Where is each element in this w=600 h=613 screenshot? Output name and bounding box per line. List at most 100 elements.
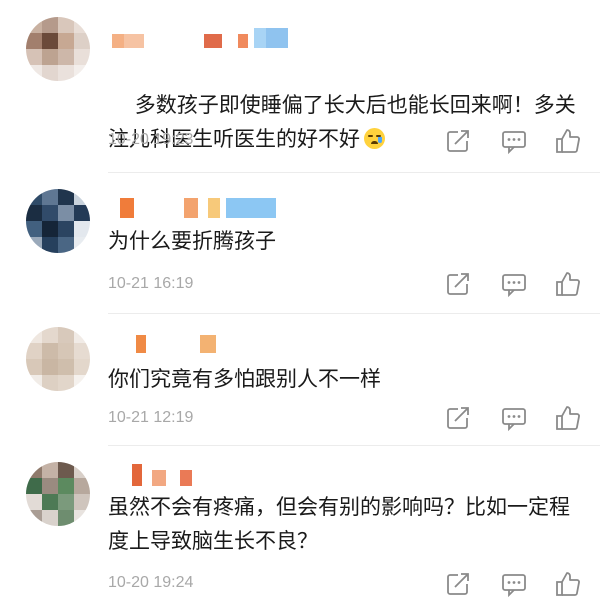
avatar-pixel [26, 189, 42, 205]
avatar-pixel [74, 49, 90, 65]
username-pixel [184, 198, 198, 218]
avatar-pixel [42, 343, 58, 359]
avatar-pixel [58, 237, 74, 253]
avatar-pixel [58, 33, 74, 49]
comment-time: 10-20 19:24 [108, 574, 194, 591]
avatar-pixel [42, 462, 58, 478]
comment-text: 你们究竟有多怕跟别人不一样 [108, 367, 381, 391]
avatar-pixel [26, 359, 42, 375]
avatar-pixel [58, 49, 74, 65]
avatar-pixel [42, 359, 58, 375]
avatar-pixel [26, 205, 42, 221]
avatar-pixel [42, 189, 58, 205]
avatar-pixel [42, 221, 58, 237]
comment-icon[interactable] [500, 127, 528, 155]
repost-icon[interactable] [444, 270, 472, 298]
avatar-pixel [74, 17, 90, 33]
repost-icon[interactable] [444, 570, 472, 598]
comment-text: 多数孩子即使睡偏了长大后也能长回来啊！多关注儿科医生听医生的好不好 [108, 93, 576, 151]
comment-item: 你们究竟有多怕跟别人不一样 10-21 12:19 [0, 313, 600, 446]
avatar-pixel [26, 343, 42, 359]
like-icon[interactable] [554, 404, 582, 432]
avatar-pixel [42, 17, 58, 33]
comment-actions [444, 270, 584, 298]
avatar-pixel [58, 343, 74, 359]
avatar-pixel [42, 33, 58, 49]
avatar[interactable] [26, 189, 90, 253]
username-pixel [208, 198, 220, 218]
username-pixel [266, 28, 288, 48]
avatar-pixel [58, 478, 74, 494]
like-icon[interactable] [554, 270, 582, 298]
avatar-pixel [58, 65, 74, 81]
avatar[interactable] [26, 327, 90, 391]
comment-actions [444, 127, 584, 155]
avatar-pixel [26, 375, 42, 391]
avatar-pixel [26, 33, 42, 49]
comment-item: 虽然不会有疼痛，但会有别的影响吗？比如一定程度上导致脑生长不良？ 10-20 1… [0, 446, 600, 613]
comment-time: 10-21 12:19 [108, 409, 194, 426]
avatar-pixel [42, 478, 58, 494]
sad-sweat-emoji [364, 128, 385, 149]
comment-text: 虽然不会有疼痛，但会有别的影响吗？比如一定程度上导致脑生长不良？ [108, 495, 570, 553]
avatar-pixel [58, 189, 74, 205]
like-icon[interactable] [554, 570, 582, 598]
username-pixel [152, 470, 166, 486]
comment-icon[interactable] [500, 404, 528, 432]
username-pixel [200, 335, 216, 353]
avatar-pixel [26, 49, 42, 65]
comment-time: 10-21 16:19 [108, 275, 194, 292]
avatar-pixel [26, 327, 42, 343]
username-pixel [132, 464, 142, 486]
avatar-pixel [42, 49, 58, 65]
comment-icon[interactable] [500, 270, 528, 298]
username-pixel [124, 34, 144, 48]
username-pixel [120, 198, 134, 218]
avatar[interactable] [26, 17, 90, 81]
avatar-pixel [74, 462, 90, 478]
avatar-pixel [26, 462, 42, 478]
repost-icon[interactable] [444, 404, 472, 432]
avatar-pixel [58, 510, 74, 526]
avatar-pixel [74, 494, 90, 510]
avatar-pixel [58, 327, 74, 343]
avatar-pixel [74, 359, 90, 375]
username-pixel [180, 470, 192, 486]
username-pixel [226, 198, 276, 218]
avatar-pixel [74, 221, 90, 237]
avatar-pixel [58, 494, 74, 510]
avatar[interactable] [26, 462, 90, 526]
avatar-pixel [42, 375, 58, 391]
avatar-pixel [58, 221, 74, 237]
username-pixel [254, 28, 266, 48]
username-pixel [238, 34, 248, 48]
avatar-pixel [74, 327, 90, 343]
avatar-pixel [42, 65, 58, 81]
avatar-pixel [42, 494, 58, 510]
repost-icon[interactable] [444, 127, 472, 155]
comment-icon[interactable] [500, 570, 528, 598]
avatar-pixel [74, 205, 90, 221]
avatar-pixel [42, 510, 58, 526]
avatar-pixel [42, 237, 58, 253]
avatar-pixel [58, 205, 74, 221]
avatar-pixel [26, 65, 42, 81]
avatar-pixel [74, 33, 90, 49]
avatar-pixel [26, 510, 42, 526]
avatar-pixel [74, 237, 90, 253]
avatar-pixel [74, 478, 90, 494]
avatar-pixel [74, 510, 90, 526]
comment-time: 10-20 19:23 [108, 131, 194, 148]
username-pixel [136, 335, 146, 353]
comment-item: 多数孩子即使睡偏了长大后也能长回来啊！多关注儿科医生听医生的好不好 10-20 … [0, 0, 600, 173]
comment-actions [444, 404, 584, 432]
comment-item: 为什么要折腾孩子 10-21 16:19 [0, 172, 600, 314]
avatar-pixel [58, 17, 74, 33]
avatar-pixel [58, 359, 74, 375]
avatar-pixel [58, 462, 74, 478]
avatar-pixel [58, 375, 74, 391]
like-icon[interactable] [554, 127, 582, 155]
username-pixel [112, 34, 124, 48]
avatar-pixel [42, 205, 58, 221]
avatar-pixel [26, 478, 42, 494]
